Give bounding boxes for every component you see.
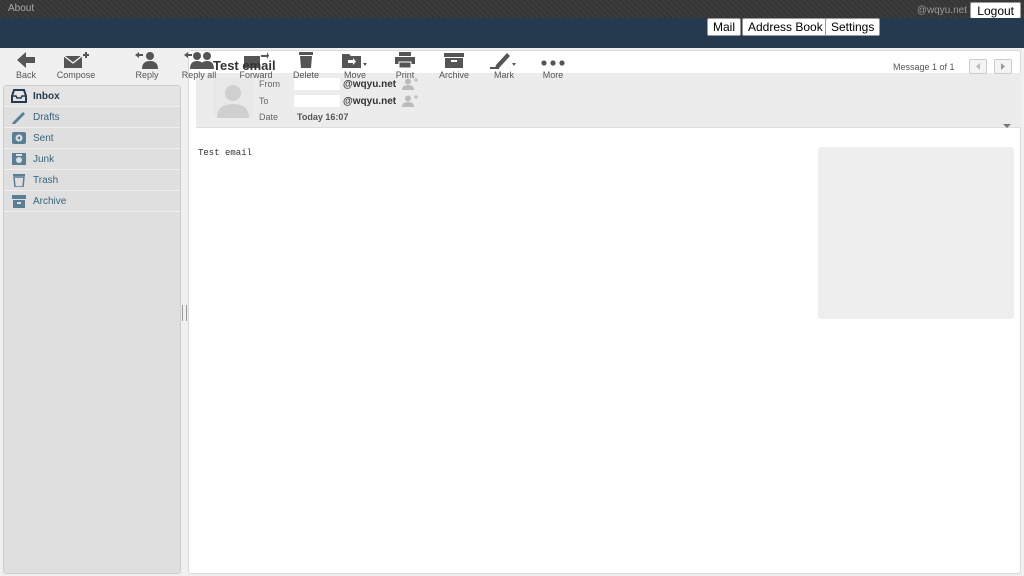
next-message-button[interactable]	[994, 59, 1012, 74]
more-button[interactable]: More	[528, 48, 578, 82]
add-contact-icon[interactable]	[402, 94, 418, 112]
to-address[interactable]: @wqyu.net	[343, 96, 396, 107]
inbox-icon	[10, 89, 28, 103]
user-email: @wqyu.net	[916, 5, 967, 16]
chevron-down-icon[interactable]	[1003, 116, 1011, 134]
archive-box-icon	[444, 53, 464, 68]
message-body: Test email	[198, 148, 253, 158]
more-dots-icon	[541, 60, 565, 66]
compose-button[interactable]: Compose	[51, 48, 101, 82]
top-bar: About @wqyu.net	[0, 0, 1024, 18]
trash-icon	[299, 52, 313, 68]
print-button[interactable]: Print	[380, 48, 430, 82]
move-button[interactable]: Move	[330, 48, 380, 82]
folder-label: Archive	[33, 195, 67, 207]
nav-mail-button[interactable]: Mail	[707, 18, 742, 36]
folder-label: Junk	[33, 153, 55, 165]
folder-list: Inbox Drafts Sent Junk Trash Archive	[3, 85, 181, 574]
delete-button[interactable]: Delete	[281, 48, 331, 82]
message-subject: Test email	[213, 58, 276, 73]
folder-label: Sent	[33, 132, 54, 144]
about-link[interactable]: About	[8, 3, 34, 14]
archive-icon	[10, 194, 28, 208]
date-label: Date	[259, 112, 279, 122]
to-name-redacted	[294, 95, 340, 107]
nav-settings-button[interactable]: Settings	[825, 18, 881, 36]
compose-icon	[63, 52, 89, 68]
contact-photo	[213, 78, 253, 118]
junk-icon	[10, 152, 28, 166]
nav-addressbook-button[interactable]: Address Book	[742, 18, 829, 36]
printer-icon	[395, 52, 415, 69]
folder-trash[interactable]: Trash	[4, 170, 180, 191]
reply-all-icon	[184, 52, 214, 69]
message-toolbar: Back Compose Reply Reply all Forward Del…	[3, 48, 603, 82]
back-arrow-icon	[17, 52, 35, 68]
sent-icon	[10, 131, 28, 145]
logout-button[interactable]: Logout	[970, 2, 1021, 19]
back-button[interactable]: Back	[3, 48, 49, 82]
mark-button[interactable]: Mark	[479, 48, 529, 82]
folder-drafts[interactable]: Drafts	[4, 107, 180, 128]
avatar-icon	[213, 78, 253, 118]
folder-junk[interactable]: Junk	[4, 149, 180, 170]
chevron-left-icon	[976, 63, 980, 70]
pencil-icon	[10, 110, 28, 124]
pane-splitter[interactable]	[182, 305, 187, 321]
folder-label: Drafts	[33, 111, 60, 123]
message-date: Today 16:07	[297, 112, 349, 122]
chevron-right-icon	[1001, 63, 1005, 70]
reply-button[interactable]: Reply	[122, 48, 172, 82]
pencil-mark-icon	[490, 53, 516, 69]
folder-label: Trash	[33, 174, 59, 186]
previous-message-button[interactable]	[969, 59, 987, 74]
folder-sent[interactable]: Sent	[4, 128, 180, 149]
reply-icon	[135, 52, 158, 69]
folder-archive[interactable]: Archive	[4, 191, 180, 212]
archive-button[interactable]: Archive	[429, 48, 479, 82]
trash-icon	[10, 173, 28, 187]
message-side-panel	[818, 147, 1014, 319]
folder-label: Inbox	[33, 90, 60, 102]
message-count: Message 1 of 1	[893, 62, 955, 72]
folder-move-icon	[342, 54, 367, 68]
folder-inbox[interactable]: Inbox	[4, 86, 180, 107]
to-label: To	[259, 96, 269, 106]
